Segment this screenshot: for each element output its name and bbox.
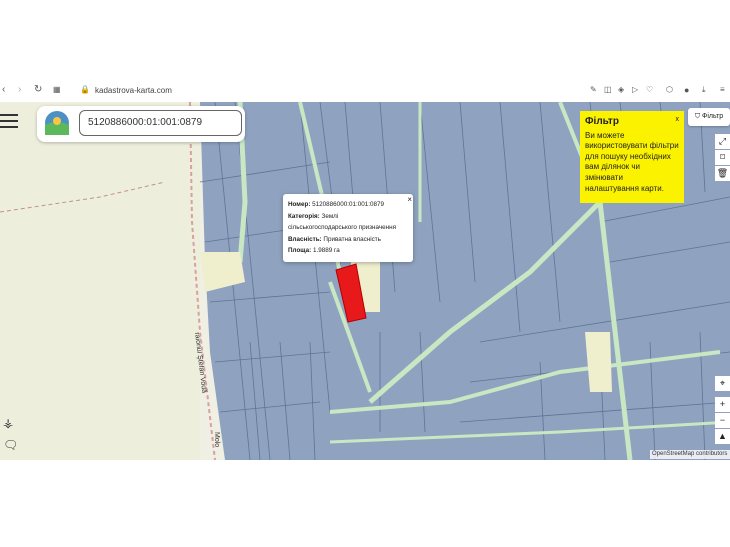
- heart-icon[interactable]: ♡: [646, 84, 653, 96]
- box-icon[interactable]: ⬡: [666, 84, 673, 96]
- map-attribution: OpenStreetMap contributors: [650, 450, 730, 459]
- address-bar[interactable]: kadastrova-karta.com: [95, 86, 172, 95]
- edit-icon[interactable]: ✎: [590, 84, 597, 96]
- measure-line-icon[interactable]: ⤢: [715, 134, 730, 149]
- draw-polygon-icon[interactable]: ⌑: [715, 150, 730, 165]
- popup-close-button[interactable]: ×: [407, 195, 412, 205]
- number-label: Номер:: [288, 201, 311, 208]
- profile-icon[interactable]: ●: [684, 84, 689, 96]
- filter-tip-close-button[interactable]: x: [676, 115, 680, 126]
- category-label: Категорія:: [288, 212, 320, 220]
- area-label: Площа:: [288, 247, 312, 254]
- apps-icon[interactable]: ▦: [53, 84, 61, 96]
- zoom-out-button[interactable]: −: [715, 413, 730, 428]
- chat-icon[interactable]: 🗨: [3, 438, 18, 452]
- filter-icon: ⛉: [694, 113, 701, 120]
- parcel-info-popup: × Номер: 5120886000:01:001:0879 Категорі…: [283, 194, 413, 262]
- compass-icon[interactable]: ▲: [715, 429, 730, 444]
- menu-icon[interactable]: ≡: [720, 84, 725, 96]
- ownership-value: Приватна власність: [323, 235, 381, 243]
- search-panel: 5120886000:01:001:0879: [37, 106, 245, 142]
- download-icon[interactable]: ⤓: [702, 84, 706, 96]
- number-value: 5120886000:01:001:0879: [312, 201, 384, 208]
- forward-arrow-icon[interactable]: ›: [18, 84, 21, 96]
- ownership-label: Власність:: [288, 235, 322, 243]
- lock-icon: 🔒: [80, 85, 90, 94]
- filter-tip-text: Ви можете використовувати фільтри для по…: [585, 130, 679, 193]
- hamburger-menu-button[interactable]: [0, 114, 20, 130]
- back-arrow-icon[interactable]: ‹: [2, 84, 5, 96]
- camera-icon[interactable]: ◫: [604, 84, 612, 96]
- send-icon[interactable]: ▷: [632, 84, 638, 96]
- reload-icon[interactable]: ↻: [34, 84, 42, 96]
- filter-button-label: Фільтр: [702, 113, 724, 120]
- area-value: 1.9889 га: [313, 247, 340, 254]
- filter-button[interactable]: ⛉ Фільтр: [688, 108, 730, 126]
- filter-tip-title: Фільтр: [585, 116, 619, 127]
- trash-icon[interactable]: 🗑: [715, 166, 730, 181]
- site-logo-icon: [45, 111, 69, 135]
- search-input[interactable]: 5120886000:01:001:0879: [79, 110, 242, 136]
- network-icon[interactable]: ⚶: [3, 416, 13, 430]
- street-label-2: Molo: [213, 432, 220, 448]
- browser-toolbar: ‹ › ↻ ▦ 🔒 kadastrova-karta.com ✎ ◫ ◈ ▷ ♡…: [0, 80, 730, 103]
- shield-icon[interactable]: ◈: [618, 84, 624, 96]
- filter-tooltip: x Фільтр Ви можете використовувати фільт…: [580, 111, 684, 203]
- zoom-in-button[interactable]: +: [715, 397, 730, 412]
- locate-icon[interactable]: ⌖: [715, 376, 730, 391]
